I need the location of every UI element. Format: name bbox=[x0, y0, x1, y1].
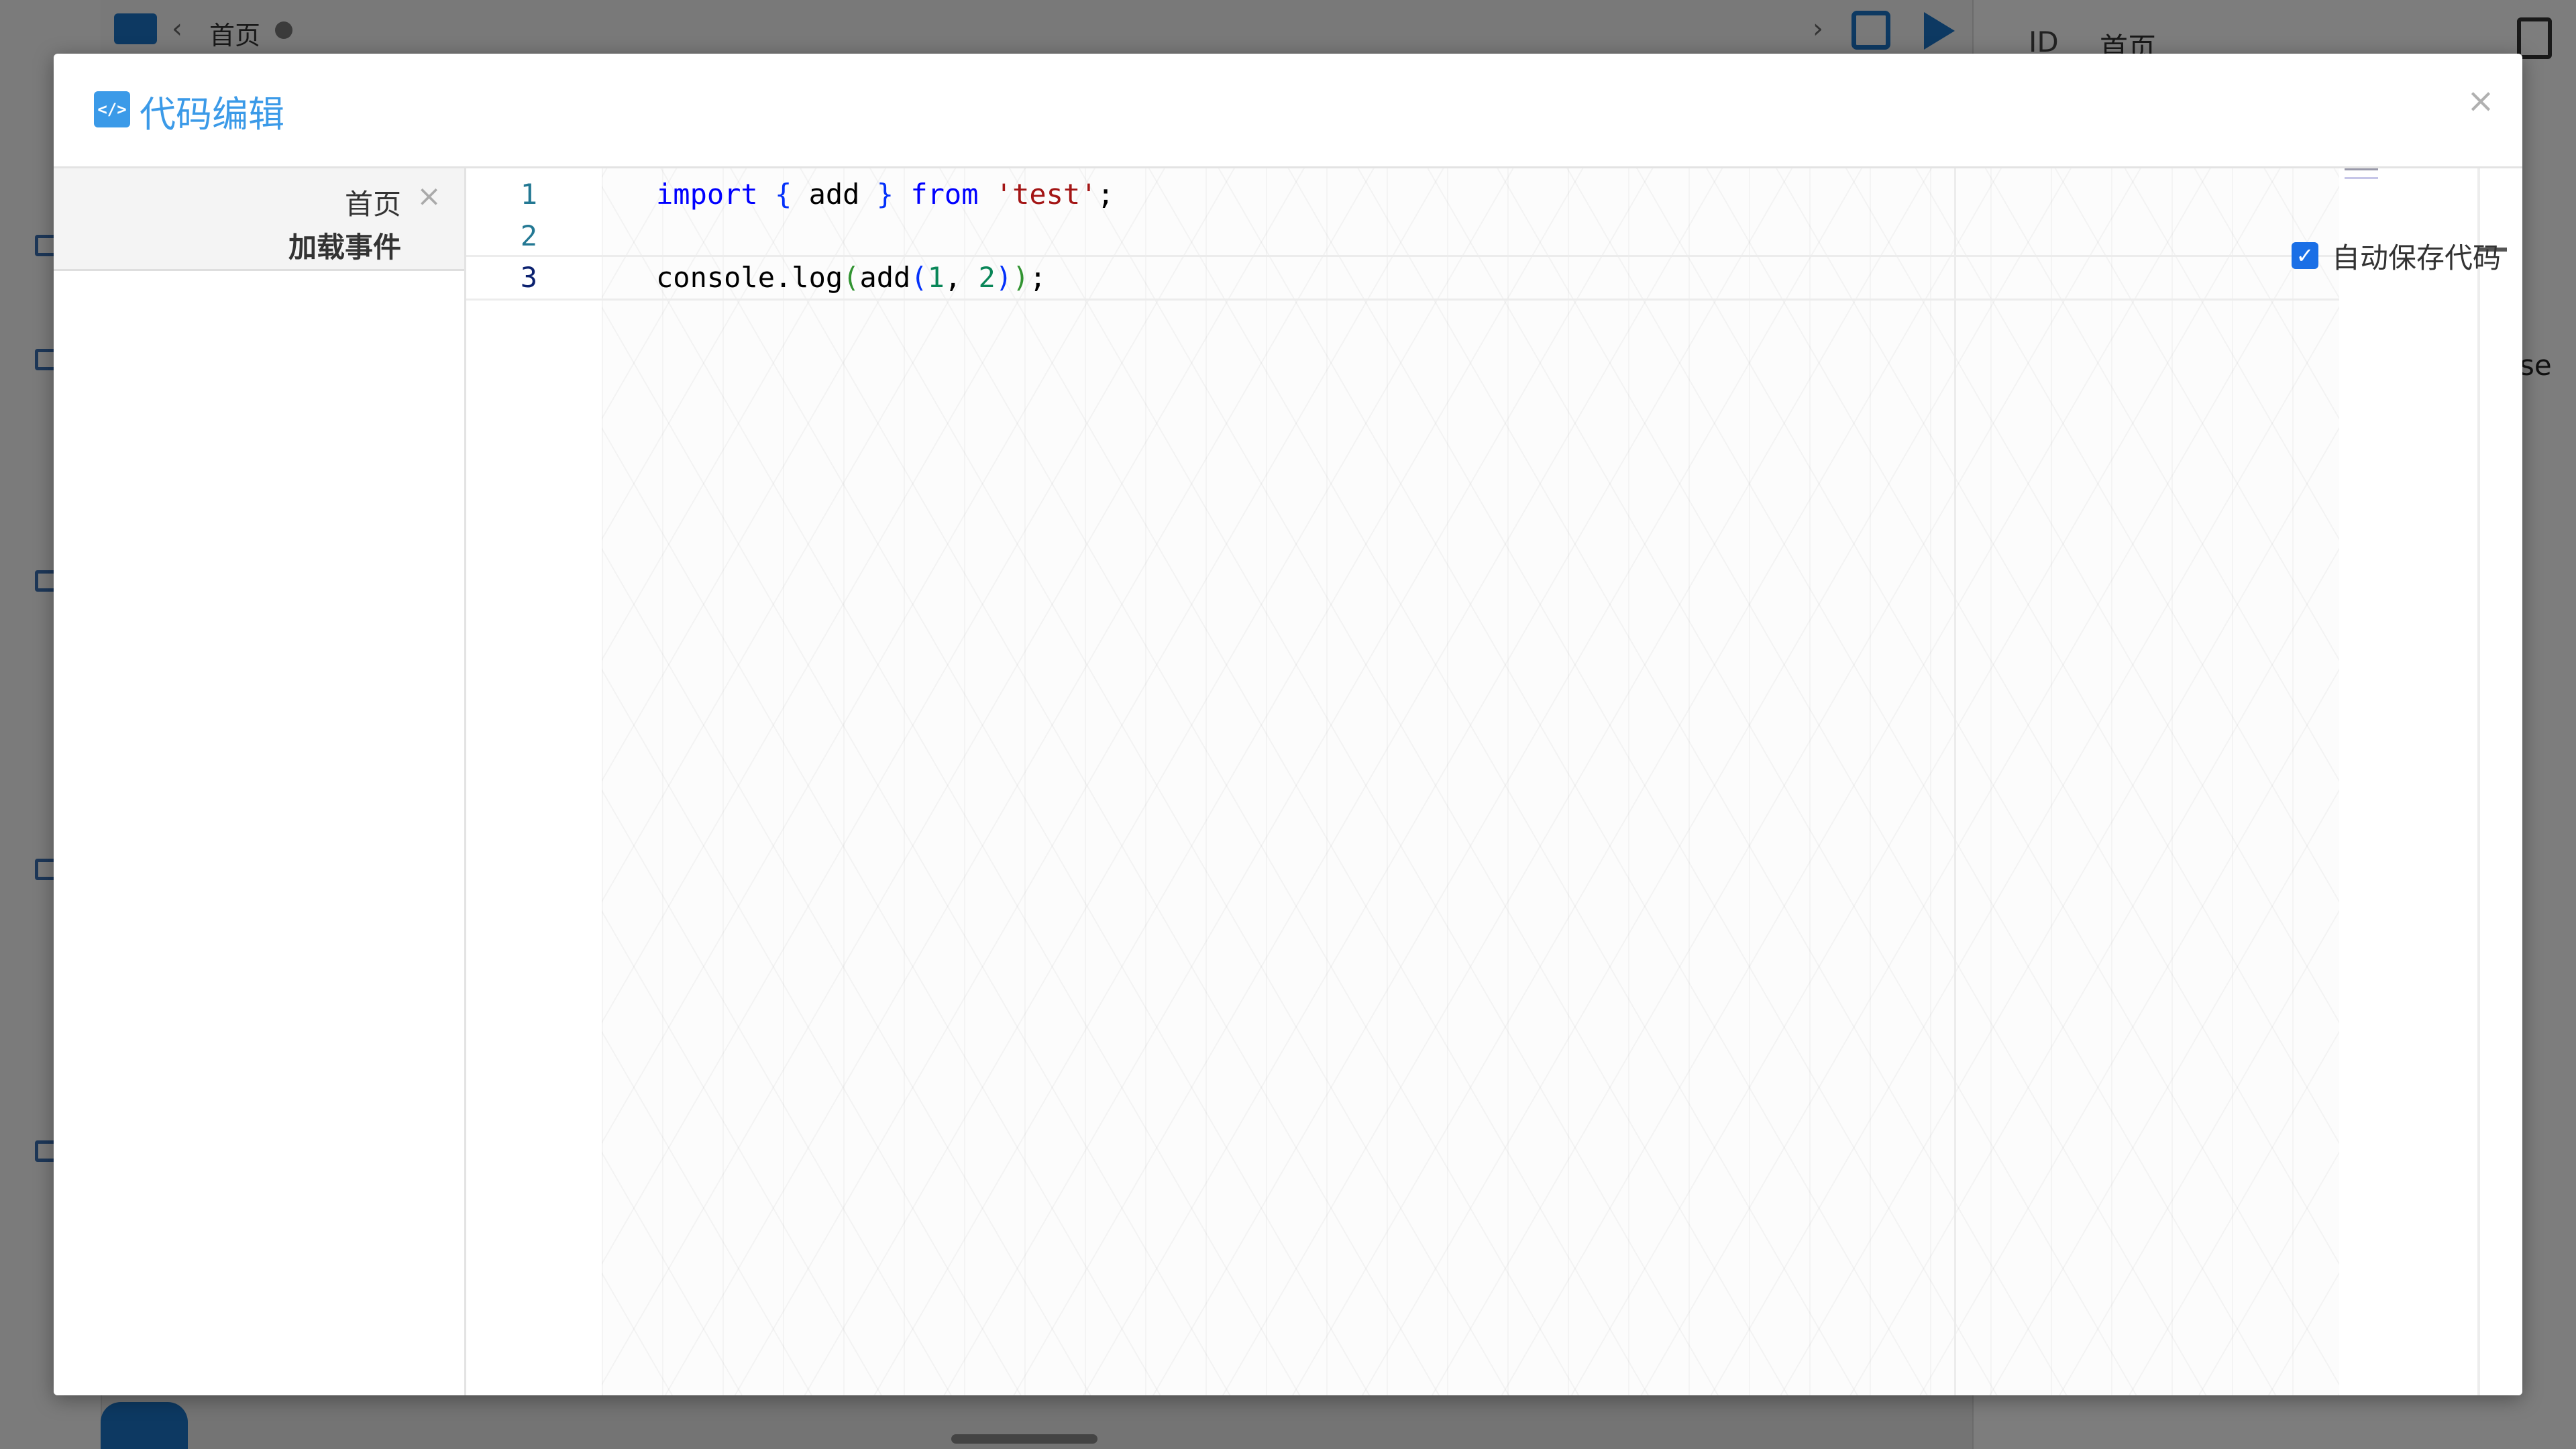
code-line[interactable]: 2 bbox=[466, 215, 2339, 257]
line-number: 2 bbox=[520, 219, 537, 252]
code-line-text[interactable]: import { add } from 'test'; bbox=[656, 174, 1114, 215]
sidebar-page-label: 首页 bbox=[344, 188, 401, 221]
editor-ruler bbox=[1954, 168, 1956, 1395]
minimap[interactable] bbox=[2345, 168, 2378, 179]
line-number: 3 bbox=[520, 261, 537, 294]
dialog-header: </> 代码编辑 × bbox=[54, 54, 2522, 168]
close-icon[interactable]: × bbox=[2461, 80, 2501, 121]
code-line[interactable]: 1 import { add } from 'test'; bbox=[466, 174, 2339, 215]
autosave-label: 自动保存代码 bbox=[2332, 241, 2502, 274]
code-editor-dialog: </> 代码编辑 × 首页 × 加载事件 1 import { add } fr… bbox=[54, 54, 2522, 1395]
editor-background bbox=[602, 168, 2339, 1395]
code-line-text[interactable]: console.log(add(1, 2)); bbox=[656, 257, 1046, 299]
dialog-title: 代码编辑 bbox=[140, 93, 284, 136]
autosave-checkbox[interactable]: ✓ bbox=[2292, 242, 2318, 269]
editor-scrollbar[interactable] bbox=[2477, 168, 2480, 1395]
sidebar-item-load-event[interactable]: 加载事件 bbox=[288, 225, 401, 266]
line-number: 1 bbox=[520, 178, 537, 211]
code-line-current[interactable]: 3 console.log(add(1, 2)); bbox=[466, 255, 2339, 301]
sidebar-close-icon[interactable]: × bbox=[417, 179, 441, 214]
code-icon: </> bbox=[94, 91, 130, 127]
autosave-option[interactable]: ✓ 自动保存代码 bbox=[2292, 239, 2501, 274]
code-editor[interactable]: 1 import { add } from 'test'; 2 3 consol… bbox=[466, 168, 2522, 1395]
sidebar-page-group[interactable]: 首页 × 加载事件 bbox=[54, 168, 464, 271]
event-sidebar: 首页 × 加载事件 bbox=[54, 168, 466, 1395]
